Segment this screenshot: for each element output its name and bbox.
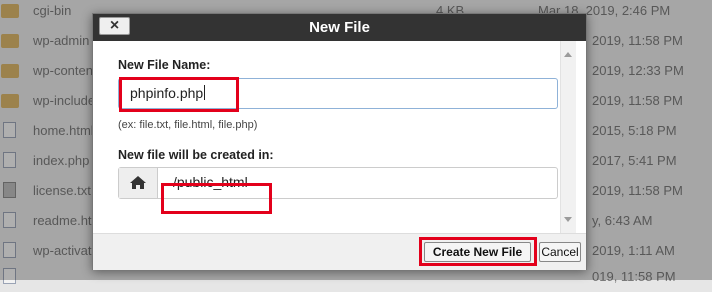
dialog-scrollbar[interactable] [560, 41, 576, 233]
highlight-box [419, 237, 537, 266]
file-name-value: phpinfo.php [130, 85, 204, 101]
dialog-footer: Create New File Cancel [93, 233, 586, 270]
file-name-input[interactable]: phpinfo.php [130, 85, 206, 101]
dialog-title: New File [309, 19, 370, 36]
scroll-down-arrow-icon[interactable] [564, 217, 572, 222]
text-caret [204, 85, 206, 100]
location-label: New file will be created in: [118, 148, 274, 162]
scroll-up-arrow-icon[interactable] [564, 52, 572, 57]
home-icon [130, 176, 146, 189]
file-name-hint: (ex: file.txt, file.html, file.php) [118, 119, 258, 131]
file-name-label: New File Name: [118, 58, 211, 72]
cancel-button[interactable]: Cancel [539, 242, 581, 262]
highlight-box [161, 183, 272, 214]
new-file-dialog: New File × New File Name: phpinfo.php (e… [92, 13, 587, 270]
home-icon-addon [119, 168, 158, 198]
dialog-body: New File Name: phpinfo.php (ex: file.txt… [93, 41, 586, 233]
dialog-titlebar: New File × [93, 14, 586, 41]
close-button[interactable]: × [99, 17, 130, 35]
